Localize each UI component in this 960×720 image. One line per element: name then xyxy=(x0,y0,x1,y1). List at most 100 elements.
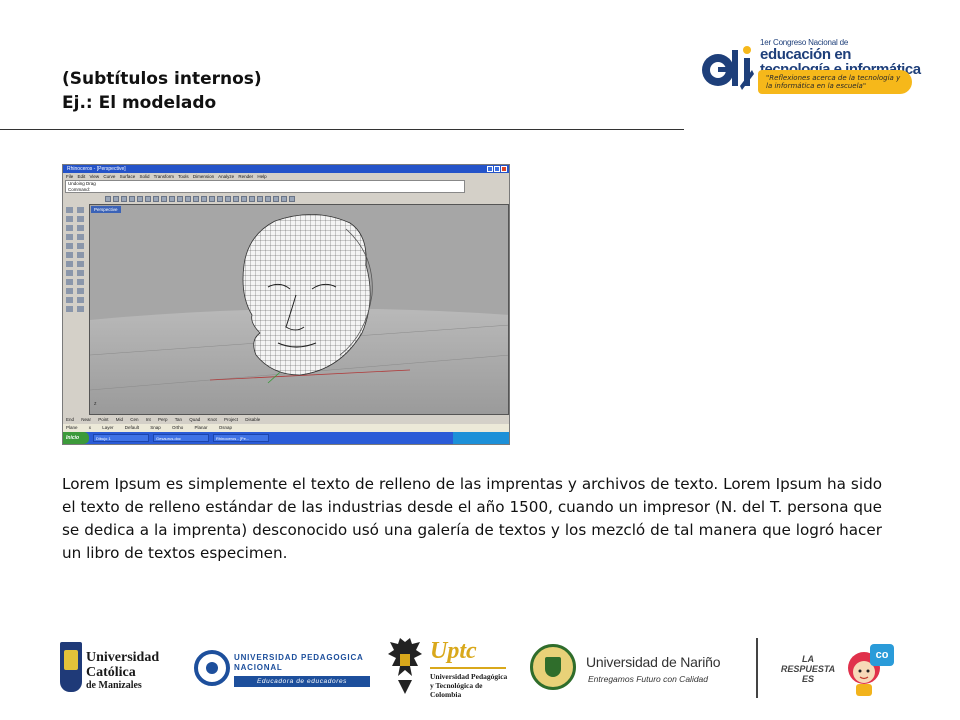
tool-icon xyxy=(76,306,84,312)
windows-taskbar: Inicio Dibujo 1 Gesaurus.doc Rhinoceros … xyxy=(63,432,509,444)
osnap-bar: End Near Point Mid Cen Int Perp Tan Quad… xyxy=(66,417,261,422)
toolbar-icon xyxy=(289,195,295,202)
toolbar-icon xyxy=(249,195,255,202)
toolbar-icon xyxy=(233,195,239,202)
taskbar-item: Dibujo 1 xyxy=(93,434,149,442)
toolbar-icon xyxy=(169,195,175,202)
lr-line-3: ES xyxy=(801,674,814,684)
face-mesh-render: z xyxy=(90,205,508,414)
upn-emblem-icon xyxy=(194,650,230,686)
tool-icon xyxy=(66,207,73,213)
narino-name: Universidad de Nariño xyxy=(586,654,721,670)
toolbar-icon xyxy=(153,195,159,202)
event-logo-tagline: "Reflexiones acerca de la tecnología y l… xyxy=(758,70,912,94)
tool-icon xyxy=(76,243,84,249)
ucm-logo-text: Universidad Católica xyxy=(86,650,159,680)
toolbar-icon xyxy=(225,195,231,202)
close-icon xyxy=(501,166,507,172)
tool-icon xyxy=(76,234,84,240)
tool-icon xyxy=(66,225,73,231)
logo-la-respuesta-es-co: LA RESPUESTA ES co xyxy=(780,642,898,700)
start-button: Inicio xyxy=(63,432,89,444)
header-divider xyxy=(0,129,684,130)
tool-icon xyxy=(66,252,73,258)
toolbar-icon xyxy=(241,195,247,202)
event-logo-line-2: educación en xyxy=(760,46,852,63)
toolbar-icon xyxy=(257,195,263,202)
toolbar-icon xyxy=(129,195,135,202)
slide-subtitle: (Subtítulos internos) Ej.: El modelado xyxy=(62,67,262,115)
uptc-subtitle: Universidad Pedagógica y Tecnológica de … xyxy=(430,672,508,699)
status-bar: Plane x Layer Default Snap Ortho Planar … xyxy=(63,424,509,432)
window-controls xyxy=(487,166,507,172)
co-badge: co xyxy=(870,644,894,666)
toolbar-icon xyxy=(265,195,271,202)
subtitle-line-2: Ej.: El modelado xyxy=(62,93,217,113)
subtitle-line-1: (Subtítulos internos) xyxy=(62,69,262,89)
la-respuesta-text: LA RESPUESTA ES xyxy=(780,654,836,684)
toolbar-icon xyxy=(193,195,199,202)
tool-icon xyxy=(66,306,73,312)
toolbar-icon xyxy=(209,195,215,202)
uptc-name: Uptc xyxy=(430,638,477,664)
ucm-line-3: de Manizales xyxy=(86,680,142,691)
toolbar-icon xyxy=(273,195,279,202)
upn-line-1: UNIVERSIDAD PEDAGOGICA xyxy=(234,653,364,662)
tool-icon xyxy=(76,270,84,276)
double-eagle-icon xyxy=(388,638,422,694)
body-paragraph: Lorem Ipsum es simplemente el texto de r… xyxy=(62,475,882,562)
toolbar-icon xyxy=(281,195,287,202)
shield-icon xyxy=(60,642,82,692)
logo-universidad-pedagogica-nacional: UNIVERSIDAD PEDAGOGICA NACIONAL Educador… xyxy=(194,650,370,694)
taskbar-item: Gesaurus.doc xyxy=(153,434,209,442)
tool-icon xyxy=(76,225,84,231)
app-titlebar: Rhinoceros - [Perspective] xyxy=(63,165,509,173)
tool-icon xyxy=(76,279,84,285)
tool-icon xyxy=(76,216,84,222)
toolbar-icon xyxy=(161,195,167,202)
upn-slogan: Educadora de educadores xyxy=(234,676,370,687)
tool-icon xyxy=(76,207,84,213)
toolbar-icon xyxy=(121,195,127,202)
app-menubar: File Edit View Curve Surface Solid Trans… xyxy=(66,174,267,179)
tool-icon xyxy=(66,261,73,267)
upn-line-2: NACIONAL xyxy=(234,663,283,672)
eti-logo-mark-icon xyxy=(702,46,754,90)
tool-icon xyxy=(76,288,84,294)
ucm-line-2: Católica xyxy=(86,665,136,680)
logo-uptc: Uptc Universidad Pedagógica y Tecnológic… xyxy=(386,636,510,700)
tool-icon xyxy=(66,243,73,249)
tool-icon xyxy=(66,234,73,240)
toolbar-icon xyxy=(137,195,143,202)
upn-logo-text: UNIVERSIDAD PEDAGOGICA NACIONAL xyxy=(234,653,364,673)
toolbar-icon xyxy=(113,195,119,202)
logo-universidad-narino: Universidad de Nariño Entregamos Futuro … xyxy=(530,644,730,692)
narino-seal-icon xyxy=(530,644,576,690)
system-tray xyxy=(453,432,509,444)
taskbar-item: Rhinoceros - [Pe... xyxy=(213,434,269,442)
toolbar-icon xyxy=(145,195,151,202)
toolbar-icon xyxy=(177,195,183,202)
command-prompt: Command: xyxy=(68,187,91,192)
toolbar-icon xyxy=(185,195,191,202)
uptc-underline xyxy=(430,667,506,669)
ucm-line-1: Universidad xyxy=(86,650,160,665)
event-logo: 1er Congreso Nacional de educación en te… xyxy=(700,36,921,98)
app-window-title: Rhinoceros - [Perspective] xyxy=(67,166,126,172)
tool-icon xyxy=(76,297,84,303)
toolbar-icon xyxy=(217,195,223,202)
toolbar-icon xyxy=(201,195,207,202)
app-toolbar xyxy=(65,194,505,203)
tool-icon xyxy=(66,288,73,294)
footer-logos: Universidad Católica de Manizales UNIVER… xyxy=(0,632,960,708)
maximize-icon xyxy=(494,166,500,172)
lr-line-2: RESPUESTA xyxy=(780,664,836,674)
perspective-viewport: z Perspective xyxy=(89,204,509,415)
command-area: Undoing Drag Command: xyxy=(65,180,465,193)
viewport-label: Perspective xyxy=(91,206,121,213)
left-tool-palette xyxy=(64,205,86,405)
modeling-app-screenshot: Rhinoceros - [Perspective] File Edit Vie… xyxy=(62,164,510,445)
narino-slogan: Entregamos Futuro con Calidad xyxy=(588,674,709,684)
tool-icon xyxy=(66,279,73,285)
minimize-icon xyxy=(487,166,493,172)
